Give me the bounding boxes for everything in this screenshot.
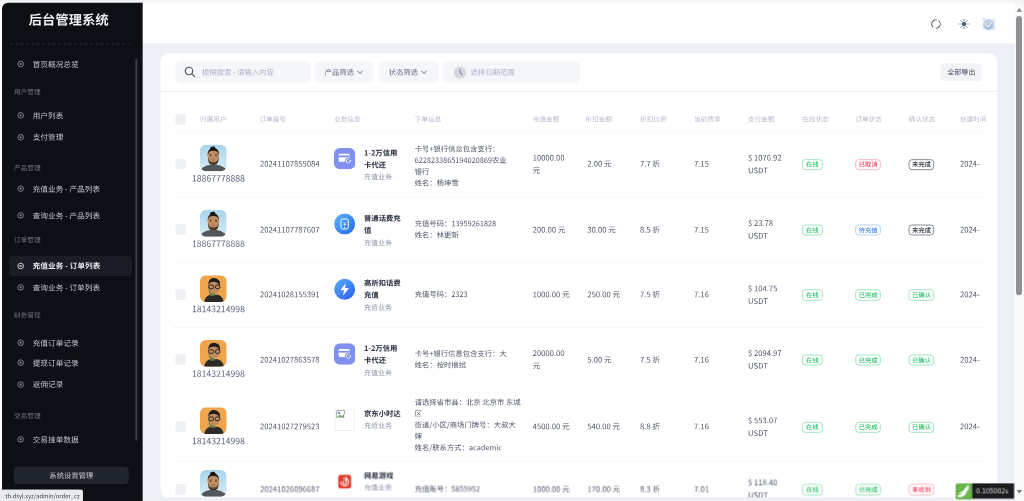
svg-text:¥: ¥	[343, 221, 346, 227]
